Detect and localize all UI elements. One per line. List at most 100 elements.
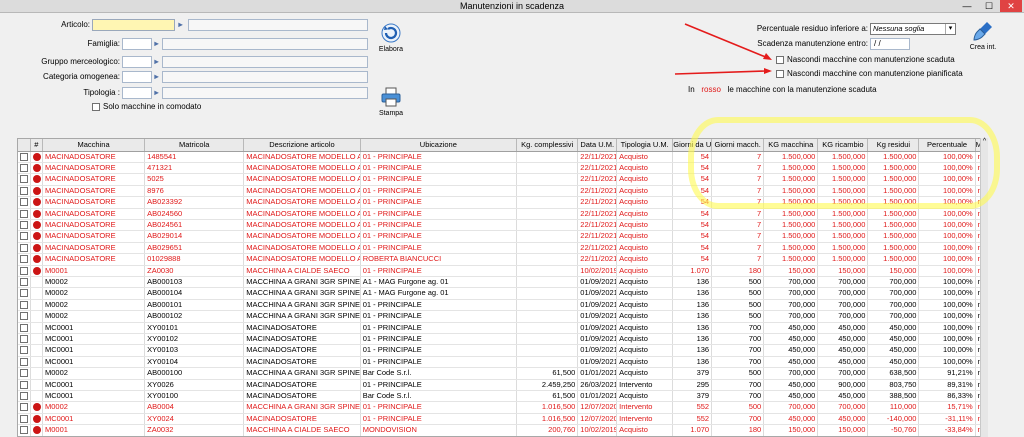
table-cell: 1.070 — [672, 424, 713, 436]
table-cell: 15,71% — [918, 401, 976, 414]
row-select-checkbox[interactable] — [20, 403, 28, 412]
table-row[interactable]: M0002 AB000100 MACCHINA A GRANI 3GR SPINEL… — [18, 367, 986, 380]
table-cell: 379 — [672, 367, 713, 380]
table-cell: M0002 — [42, 276, 146, 289]
table-cell: 01 - PRINCIPALE — [360, 322, 518, 335]
table-cell: 1.500,000 — [817, 185, 869, 198]
row-select-checkbox[interactable] — [20, 175, 28, 184]
column-header[interactable]: Kg. complessivi — [516, 139, 579, 152]
table-cell: 500 — [711, 276, 765, 289]
table-row[interactable]: MACINADOSATORE AB024561 MACINADOSATORE MOD… — [18, 219, 986, 232]
table-row[interactable]: M0001 ZA0030 MACCHINA A CIALDE SAECO 01 - P… — [18, 265, 986, 277]
column-header[interactable]: Ubicazione — [360, 139, 518, 152]
row-select-checkbox[interactable] — [20, 392, 28, 401]
row-select-checkbox[interactable] — [20, 346, 28, 355]
table-row[interactable]: M0002 AB000102 MACCHINA A GRANI 3GR SPINEL… — [18, 310, 986, 323]
table-cell: 150,000 — [763, 424, 819, 436]
column-header[interactable]: KG ricambio — [817, 139, 869, 152]
row-select-checkbox[interactable] — [20, 323, 28, 332]
table-row[interactable]: MACINADOSATORE AB029014 MACINADOSATORE MOD… — [18, 230, 986, 243]
row-select-checkbox[interactable] — [20, 277, 28, 286]
table-row[interactable]: MACINADOSATORE AB029651 MACINADOSATORE MOD… — [18, 242, 986, 255]
table-cell — [516, 151, 579, 163]
table-cell: 450,000 — [867, 344, 920, 357]
table-row[interactable]: M0002 AB000104 MACCHINA A GRANI 3GR SPINEL… — [18, 287, 986, 300]
row-select-checkbox[interactable] — [20, 220, 28, 229]
row-select-checkbox[interactable] — [20, 369, 28, 378]
table-cell: 700,000 — [763, 299, 819, 312]
table-cell: 7 — [711, 208, 765, 220]
table-cell: MC0001 — [42, 379, 146, 392]
row-select-checkbox[interactable] — [20, 232, 28, 241]
table-cell: Intervento — [616, 413, 674, 426]
scroll-up-icon[interactable]: ^ — [981, 138, 988, 145]
table-cell: 100,00% — [918, 219, 976, 232]
table-row[interactable]: MACINADOSATORE 01029888 MACINADOSATORE MOD… — [18, 253, 986, 266]
table-row[interactable]: MC0001 XY00104 MACINADOSATORE 01 - PRINCIPA… — [18, 356, 986, 369]
table-row[interactable]: MC0001 XY0026 MACINADOSATORE 01 - PRINCIPAL… — [18, 379, 986, 392]
table-row[interactable]: MC0001 XY0024 MACINADOSATORE 01 - PRINCIPAL… — [18, 413, 986, 426]
column-header[interactable]: KG macchina — [763, 139, 819, 152]
column-header[interactable]: Giorni da U.M. — [672, 139, 713, 152]
table-row[interactable]: MC0001 XY00103 MACINADOSATORE 01 - PRINCIPA… — [18, 344, 986, 357]
table-cell: 01 - PRINCIPALE — [360, 173, 518, 186]
column-header[interactable]: Macchina — [42, 139, 146, 152]
column-header[interactable]: Data U.M. — [577, 139, 618, 152]
column-header[interactable]: Descrizione articolo — [243, 139, 361, 152]
row-select-checkbox[interactable] — [20, 300, 28, 309]
table-cell: MACINADOSATORE — [42, 208, 146, 220]
table-cell: XY00101 — [144, 322, 245, 335]
table-cell: 100,00% — [918, 344, 976, 357]
row-select-checkbox[interactable] — [20, 243, 28, 252]
row-select-checkbox[interactable] — [20, 209, 28, 218]
table-cell: AB0004 — [144, 401, 245, 414]
row-select-checkbox[interactable] — [20, 357, 28, 366]
table-cell: 700 — [711, 356, 765, 369]
table-row[interactable]: MC0001 XY00101 MACINADOSATORE 01 - PRINCIPA… — [18, 322, 986, 335]
machines-grid[interactable]: # Macchina Matricola Descrizione articolo Ub… — [17, 138, 987, 437]
row-select-checkbox[interactable] — [20, 335, 28, 344]
table-row[interactable]: MC0001 XY00100 MACINADOSATORE Bar Code S.r.… — [18, 390, 986, 403]
table-row[interactable]: MACINADOSATORE 1485541 MACINADOSATORE MODE… — [18, 151, 986, 163]
table-row[interactable]: MC0001 XY00102 MACINADOSATORE 01 - PRINCIPA… — [18, 333, 986, 346]
column-header[interactable]: # — [30, 139, 44, 152]
row-status-cell — [30, 287, 44, 300]
row-select-checkbox[interactable] — [20, 163, 28, 172]
table-row[interactable]: M0002 AB000103 MACCHINA A GRANI 3GR SPINEL… — [18, 276, 986, 289]
table-row[interactable]: MACINADOSATORE 5025 MACINADOSATORE MODELLO… — [18, 173, 986, 186]
row-select-checkbox[interactable] — [20, 266, 28, 275]
table-row[interactable]: MACINADOSATORE 8976 MACINADOSATORE MODELLO… — [18, 185, 986, 198]
table-cell: 700,000 — [763, 310, 819, 323]
row-status-cell — [30, 344, 44, 357]
row-select-checkbox[interactable] — [20, 380, 28, 389]
column-header[interactable]: Giorni macch. — [711, 139, 765, 152]
row-select-checkbox[interactable] — [20, 426, 28, 435]
table-row[interactable]: M0002 AB000101 MACCHINA A GRANI 3GR SPINEL… — [18, 299, 986, 312]
vertical-scrollbar[interactable]: ^ — [980, 138, 988, 437]
expired-marker-icon — [32, 152, 41, 161]
column-header[interactable]: Matricola — [144, 139, 245, 152]
row-select-checkbox[interactable] — [20, 312, 28, 321]
table-cell: 700,000 — [817, 401, 869, 414]
column-header[interactable]: Tipologia U.M. — [616, 139, 674, 152]
table-row[interactable]: MACINADOSATORE AB023392 MACINADOSATORE MOD… — [18, 196, 986, 209]
table-cell: 12/07/2020 — [577, 401, 618, 414]
column-header[interactable]: Kg residui — [867, 139, 920, 152]
table-row[interactable]: M0002 AB0004 MACCHINA A GRANI 3GR SPINEL 01… — [18, 401, 986, 414]
expired-marker-icon — [32, 255, 41, 264]
row-select-checkbox[interactable] — [20, 186, 28, 195]
table-cell: Acquisto — [616, 344, 674, 357]
row-select-checkbox[interactable] — [20, 152, 28, 161]
row-select-checkbox[interactable] — [20, 255, 28, 264]
table-cell: 1.500,000 — [763, 253, 819, 266]
table-row[interactable]: M0001 ZA0032 MACCHINA A CIALDE SAECO MONDOV… — [18, 424, 986, 436]
row-select-checkbox[interactable] — [20, 289, 28, 298]
column-header[interactable]: Percentuale — [918, 139, 976, 152]
row-select-checkbox[interactable] — [20, 414, 28, 423]
table-cell: 100,00% — [918, 333, 976, 346]
table-cell: 450,000 — [817, 322, 869, 335]
table-cell: 1.500,000 — [867, 242, 920, 255]
table-row[interactable]: MACINADOSATORE AB024560 MACINADOSATORE MOD… — [18, 208, 986, 220]
row-select-checkbox[interactable] — [20, 198, 28, 207]
table-row[interactable]: MACINADOSATORE 471321 MACINADOSATORE MODEL… — [18, 162, 986, 175]
